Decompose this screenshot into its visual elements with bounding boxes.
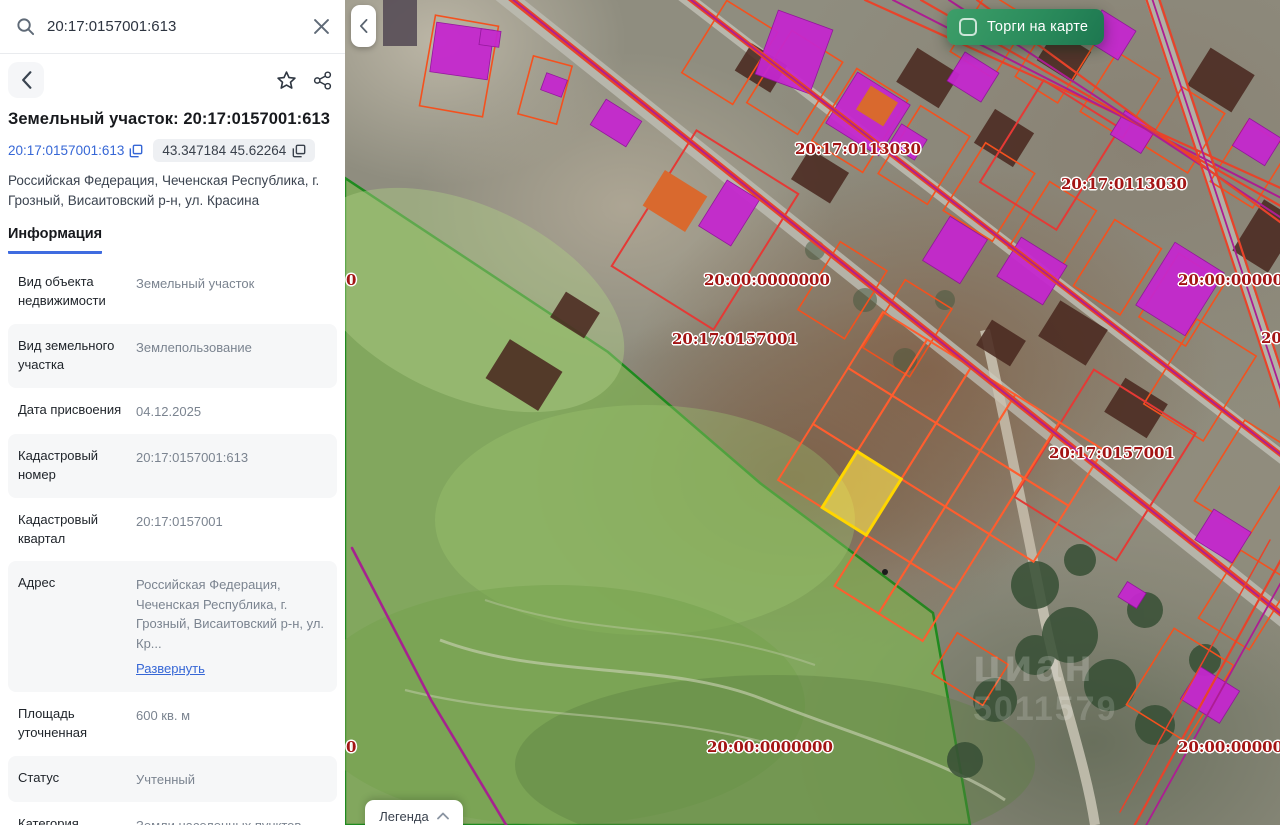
table-row: Дата присвоения 04.12.2025	[18, 401, 202, 419]
back-button[interactable]	[8, 62, 44, 98]
sidebar: Земельный участок: 20:17:0157001:613 20:…	[0, 0, 345, 825]
table-row: Площадь уточненная 600 кв. м	[18, 705, 191, 740]
cadastral-label: 0	[346, 271, 357, 289]
checkbox-icon[interactable]	[959, 18, 977, 36]
table-row: Кадастровый квартал 20:17:0157001	[18, 511, 223, 546]
coordinates-pill[interactable]: 43.347184 45.62264	[153, 139, 316, 162]
map-canvas[interactable]: 20:17:0113030 20:17:0113030 20:00:000000…	[345, 0, 1280, 825]
page-title: Земельный участок: 20:17:0157001:613	[8, 110, 331, 128]
trades-on-map-label: Торги на карте	[987, 19, 1089, 35]
search-bar	[0, 0, 345, 54]
share-button[interactable]	[312, 70, 333, 91]
tabs: Информация	[0, 210, 345, 255]
favorite-star-button[interactable]	[275, 69, 298, 92]
object-address: Российская Федерация, Чеченская Республи…	[8, 173, 320, 208]
object-codes-row: 20:17:0157001:613 43.347184 45.62264	[0, 129, 345, 162]
cadastral-label: 20:17:0157001	[1049, 444, 1175, 462]
cadastral-number-text: 20:17:0157001:613	[8, 143, 125, 158]
clear-search-icon[interactable]	[314, 19, 329, 34]
legend-button[interactable]: Легенда	[365, 800, 463, 825]
cadastral-label: 20:00:0000000	[704, 271, 830, 289]
search-icon	[17, 18, 35, 36]
object-header-actions	[0, 54, 345, 102]
cadastral-label: 20	[1261, 329, 1280, 347]
cadastral-label: 20:17:0157001	[672, 330, 798, 348]
cadastral-label: 20:00:00000	[1178, 738, 1280, 756]
address-truncated: Российская Федерация, Чеченская Республи…	[136, 577, 325, 651]
table-row-address: Адрес Российская Федерация, Чеченская Ре…	[8, 561, 337, 692]
cadastral-label: 20:17:0113030	[1061, 175, 1187, 193]
cadastral-label: 20:00:0000000	[707, 738, 833, 756]
search-input[interactable]	[47, 18, 302, 35]
chevron-up-icon	[436, 812, 449, 820]
cadastral-label: 20:17:0113030	[795, 140, 921, 158]
cadastral-number-link[interactable]: 20:17:0157001:613	[8, 143, 143, 158]
chevron-left-icon	[21, 71, 31, 89]
cadastral-map-app: Земельный участок: 20:17:0157001:613 20:…	[0, 0, 1280, 825]
copy-icon[interactable]	[129, 144, 143, 158]
cadastral-label: 0	[346, 738, 357, 756]
chevron-left-icon	[360, 19, 368, 33]
info-table: Вид объекта недвижимости Земельный участо…	[0, 254, 345, 825]
cadastral-label: 20:00:00000	[1178, 271, 1280, 289]
star-icon	[277, 70, 296, 89]
share-icon	[313, 70, 332, 90]
expand-address-link[interactable]: Развернуть	[136, 659, 205, 679]
coordinates-text: 43.347184 45.62264	[162, 143, 287, 158]
table-row: Статус Учтенный	[8, 755, 337, 803]
tab-information[interactable]: Информация	[8, 226, 103, 255]
table-row: Кадастровый номер 20:17:0157001:613	[8, 434, 337, 498]
collapse-sidebar-button[interactable]	[351, 5, 376, 47]
table-row: Вид объекта недвижимости Земельный участо…	[18, 274, 255, 308]
map-vector-overlay	[345, 0, 1280, 825]
copy-icon[interactable]	[292, 144, 306, 158]
table-row: Категория земельЗемли населенных пунктов	[18, 816, 301, 825]
trades-on-map-toggle[interactable]: Торги на карте	[947, 9, 1105, 45]
table-row: Вид земельного участка Землепользование	[8, 323, 337, 388]
